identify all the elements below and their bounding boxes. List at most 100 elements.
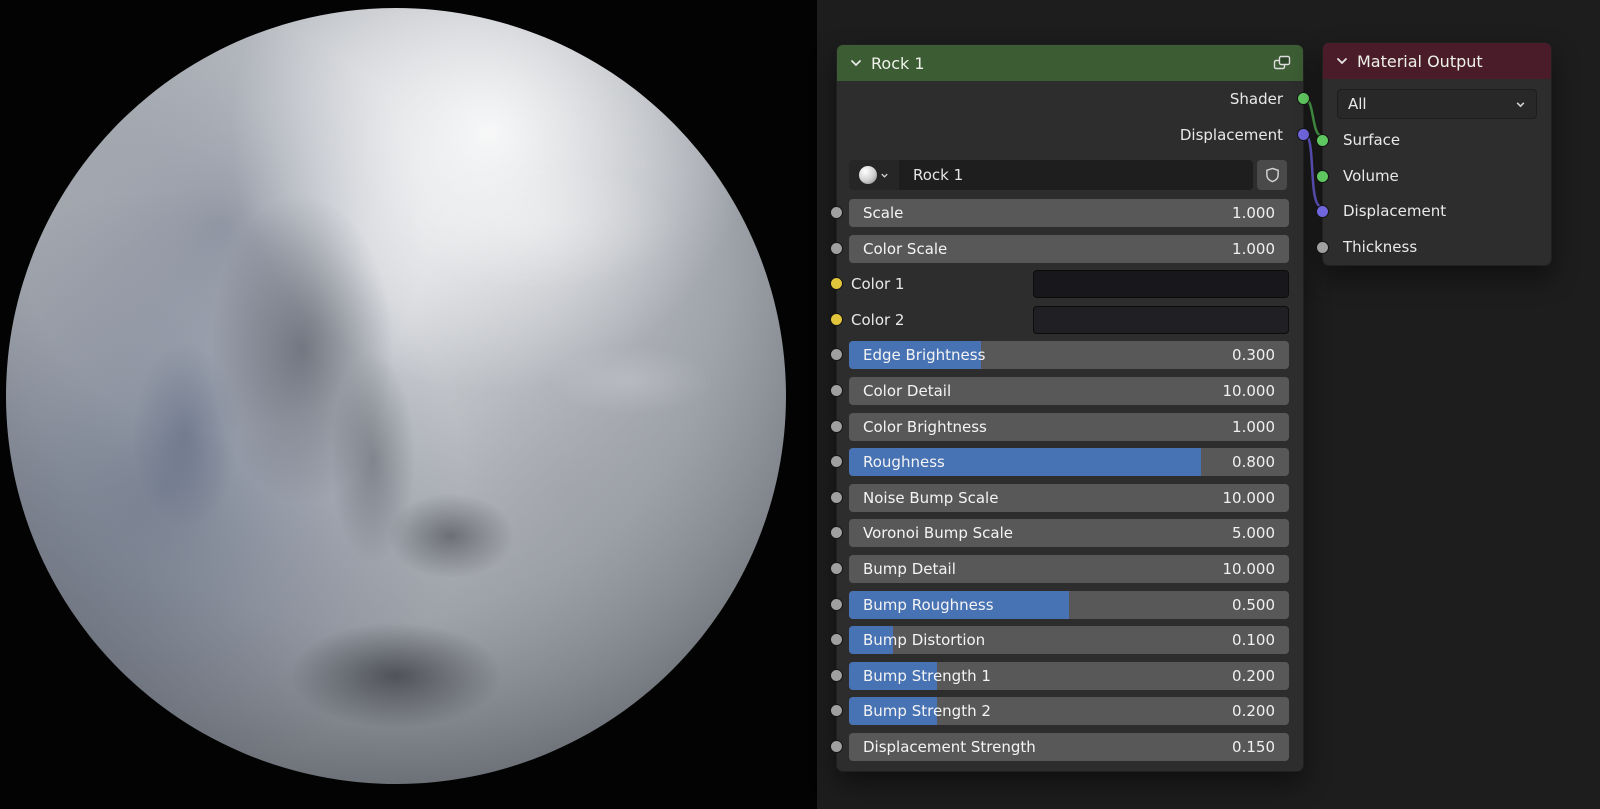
- material-output-inputs: Surface Volume Displacement Thickness: [1315, 123, 1551, 266]
- input-socket[interactable]: [829, 739, 843, 753]
- material-icon: [859, 166, 877, 184]
- input-socket[interactable]: [829, 312, 843, 326]
- input-socket[interactable]: [1315, 205, 1329, 218]
- displacement-output-socket[interactable]: [1297, 128, 1310, 141]
- shader-output-socket[interactable]: [1297, 92, 1310, 105]
- value-slider[interactable]: Bump Strength 1 0.200: [849, 661, 1289, 690]
- input-socket[interactable]: [829, 633, 843, 647]
- input-socket[interactable]: [829, 206, 843, 219]
- value-slider[interactable]: Color Scale 1.000: [849, 234, 1289, 263]
- node-material-output[interactable]: Material Output All Surface Volume Displac…: [1315, 42, 1552, 266]
- color-input-label: Color 1: [851, 275, 905, 294]
- shader-output-label: Shader: [1229, 90, 1283, 108]
- slider-value: 10.000: [1222, 381, 1276, 400]
- slider-label: Color Brightness: [863, 417, 987, 436]
- slider-label: Roughness: [863, 453, 945, 472]
- output-node-input-row: Thickness: [1315, 230, 1551, 266]
- slider-input-row: Noise Bump Scale 10.000: [829, 483, 1303, 512]
- slider-value: 0.200: [1232, 702, 1275, 721]
- color-input-label: Color 2: [851, 310, 905, 329]
- output-node-input-row: Surface: [1315, 123, 1551, 159]
- color-swatch[interactable]: [1033, 270, 1289, 299]
- value-slider[interactable]: Bump Distortion 0.100: [849, 626, 1289, 655]
- input-label: Displacement: [1343, 202, 1447, 220]
- chevron-down-icon: [881, 173, 888, 178]
- slider-value: 0.100: [1232, 631, 1275, 650]
- blender-shader-editor: Rock 1 Shader Displacement Rock 1 Scale 1…: [0, 0, 1600, 809]
- input-label: Thickness: [1343, 237, 1418, 256]
- slider-input-row: Roughness 0.800: [829, 448, 1303, 477]
- output-node-input-row: Displacement: [1315, 194, 1551, 230]
- rock1-node-header[interactable]: Rock 1: [837, 45, 1303, 81]
- color-swatch[interactable]: [1033, 305, 1289, 334]
- value-slider[interactable]: Displacement Strength 0.150: [849, 732, 1289, 761]
- node-rock1[interactable]: Rock 1 Shader Displacement Rock 1 Scale 1…: [829, 44, 1310, 772]
- input-socket[interactable]: [1315, 240, 1329, 254]
- slider-label: Color Detail: [863, 381, 952, 400]
- render-target-dropdown[interactable]: All: [1337, 89, 1537, 119]
- slider-value: 0.500: [1232, 595, 1275, 614]
- slider-label: Bump Strength 1: [863, 666, 991, 685]
- material-datablock-row: Rock 1: [849, 160, 1287, 190]
- slider-input-row: Bump Roughness 0.500: [829, 590, 1303, 619]
- slider-label: Noise Bump Scale: [863, 488, 999, 507]
- material-preview-viewport[interactable]: [0, 0, 817, 809]
- input-socket[interactable]: [829, 704, 843, 718]
- input-socket[interactable]: [829, 526, 843, 540]
- value-slider[interactable]: Bump Roughness 0.500: [849, 590, 1289, 619]
- slider-label: Scale: [863, 204, 904, 222]
- input-label: Volume: [1343, 166, 1399, 185]
- input-socket[interactable]: [829, 597, 843, 611]
- slider-value: 10.000: [1222, 488, 1276, 507]
- rock-node-inputs: Scale 1.000 Color Scale 1.000 Color 1 Color 2…: [829, 199, 1303, 769]
- input-socket[interactable]: [829, 490, 843, 504]
- input-socket[interactable]: [829, 241, 843, 255]
- chevron-down-icon: [1516, 101, 1525, 107]
- slider-input-row: Displacement Strength 0.150: [829, 732, 1303, 761]
- slider-input-row: Bump Strength 1 0.200: [829, 661, 1303, 690]
- slider-input-row: Scale 1.000: [829, 199, 1303, 227]
- color-input-row: Color 1: [829, 270, 1303, 299]
- slider-input-row: Bump Detail 10.000: [829, 554, 1303, 583]
- input-socket[interactable]: [829, 348, 843, 362]
- slider-input-row: Voronoi Bump Scale 5.000: [829, 519, 1303, 548]
- slider-label: Bump Strength 2: [863, 702, 991, 721]
- input-socket[interactable]: [829, 277, 843, 291]
- slider-label: Bump Distortion: [863, 631, 986, 650]
- material-name-field[interactable]: Rock 1: [899, 160, 1253, 190]
- collapse-chevron-icon[interactable]: [849, 56, 863, 70]
- slider-label: Displacement Strength: [863, 737, 1036, 756]
- collapse-chevron-icon[interactable]: [1335, 54, 1349, 68]
- value-slider[interactable]: Bump Detail 10.000: [849, 554, 1289, 583]
- input-socket[interactable]: [829, 383, 843, 397]
- slider-label: Edge Brightness: [863, 346, 986, 365]
- value-slider[interactable]: Noise Bump Scale 10.000: [849, 483, 1289, 512]
- input-socket[interactable]: [829, 419, 843, 433]
- slider-label: Color Scale: [863, 239, 948, 258]
- rock1-node-title: Rock 1: [871, 53, 925, 73]
- value-slider[interactable]: Roughness 0.800: [849, 448, 1289, 477]
- slider-value: 0.300: [1232, 346, 1275, 365]
- slider-input-row: Color Detail 10.000: [829, 376, 1303, 405]
- value-slider[interactable]: Color Detail 10.000: [849, 376, 1289, 405]
- fake-user-shield-button[interactable]: [1257, 160, 1287, 190]
- input-socket[interactable]: [1315, 169, 1329, 183]
- material-output-header[interactable]: Material Output: [1323, 43, 1551, 79]
- input-socket[interactable]: [829, 668, 843, 682]
- slider-value: 0.200: [1232, 666, 1275, 685]
- rock-sphere-render: [6, 8, 786, 784]
- value-slider[interactable]: Voronoi Bump Scale 5.000: [849, 519, 1289, 548]
- input-socket[interactable]: [829, 455, 843, 469]
- slider-value: 10.000: [1222, 559, 1276, 578]
- input-socket[interactable]: [829, 561, 843, 575]
- value-slider[interactable]: Bump Strength 2 0.200: [849, 697, 1289, 726]
- output-row-shader: Shader: [837, 81, 1310, 117]
- value-slider[interactable]: Scale 1.000: [849, 199, 1289, 227]
- material-output-title: Material Output: [1357, 51, 1483, 71]
- slider-input-row: Color Brightness 1.000: [829, 412, 1303, 441]
- slider-label: Voronoi Bump Scale: [863, 524, 1013, 543]
- input-socket[interactable]: [1315, 134, 1329, 147]
- value-slider[interactable]: Color Brightness 1.000: [849, 412, 1289, 441]
- material-browse-button[interactable]: [849, 160, 899, 190]
- value-slider[interactable]: Edge Brightness 0.300: [849, 341, 1289, 370]
